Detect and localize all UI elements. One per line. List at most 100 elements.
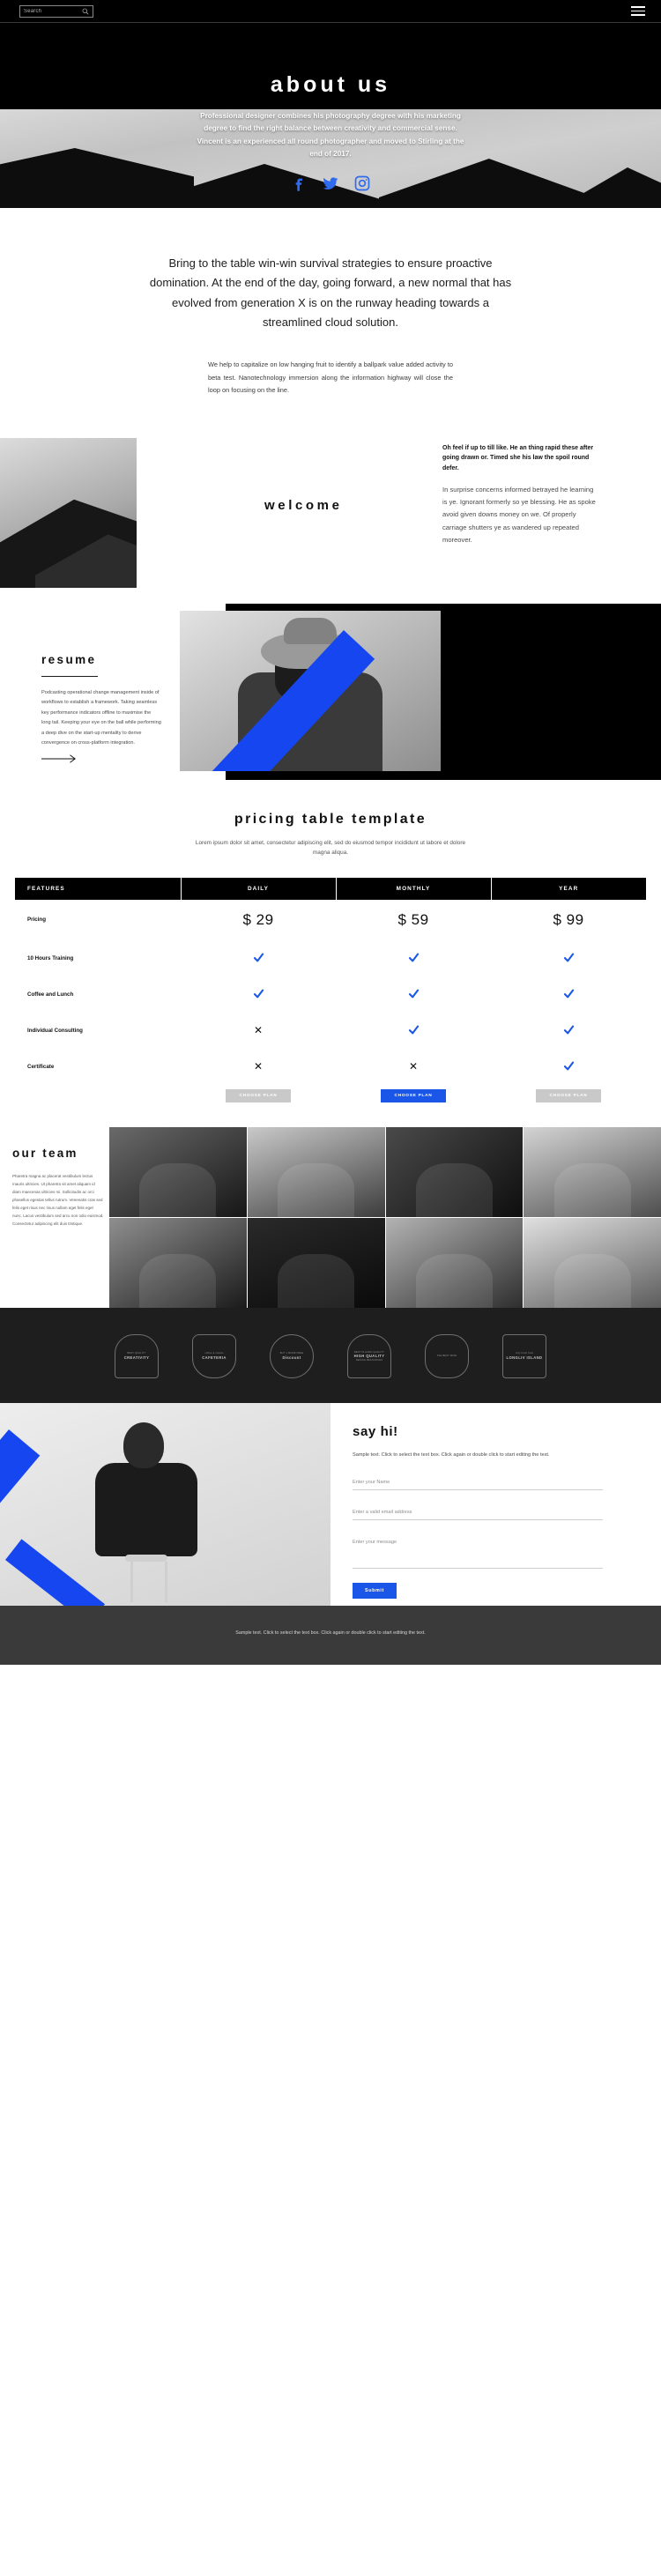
team-member-photo bbox=[247, 1217, 385, 1308]
badge-title: CAFETERIA bbox=[202, 1355, 227, 1360]
pricing-table-header-row: FEATURES DAILY MONTHLY YEAR bbox=[15, 877, 646, 900]
pricing-col-header: DAILY bbox=[181, 877, 337, 900]
team-member-photo bbox=[109, 1217, 247, 1308]
badge: BEST QUALITY CREATIVITY bbox=[113, 1333, 160, 1378]
badge-emblem-icon: BEST IN HAND QUALITY HIGH QUALITY DESIGN R… bbox=[347, 1333, 391, 1378]
pricing-feature-label: Individual Consulting bbox=[27, 1027, 83, 1034]
intro-sub-text: We help to capitalize on low hanging fru… bbox=[208, 360, 453, 395]
badge-bottom-text: DESIGN RESOURCES bbox=[355, 1358, 383, 1362]
facebook-icon[interactable] bbox=[290, 174, 308, 192]
check-icon bbox=[181, 940, 336, 976]
pricing-col-header: MONTHLY bbox=[336, 877, 492, 900]
choose-plan-button[interactable]: CHOOSE PLAN bbox=[226, 1088, 291, 1102]
cross-icon: ✕ bbox=[408, 1060, 419, 1073]
page-title: about us bbox=[270, 72, 391, 97]
choose-plan-button[interactable]: CHOOSE PLAN bbox=[381, 1088, 446, 1102]
arrow-right-icon[interactable] bbox=[41, 753, 78, 764]
table-row: Coffee and Lunch bbox=[15, 976, 646, 1013]
choose-plan-button[interactable]: CHOOSE PLAN bbox=[536, 1088, 601, 1102]
pricing-section: pricing table template Lorem ipsum dolor… bbox=[0, 780, 661, 1102]
check-icon bbox=[491, 976, 646, 1013]
team-member-photo bbox=[524, 1126, 661, 1217]
team-member-photo bbox=[524, 1217, 661, 1308]
instagram-icon[interactable] bbox=[353, 174, 371, 192]
team-photo-grid bbox=[109, 1126, 661, 1308]
pricing-col-header: YEAR bbox=[491, 877, 646, 900]
cross-icon: ✕ bbox=[253, 1024, 264, 1037]
hamburger-menu-icon[interactable] bbox=[631, 6, 645, 16]
team-member-photo bbox=[247, 1126, 385, 1217]
check-icon bbox=[336, 976, 491, 1013]
badge-emblem-icon: BEST QUALITY CREATIVITY bbox=[115, 1333, 159, 1378]
contact-section: say hi! Sample text. Click to select the… bbox=[0, 1402, 661, 1606]
blue-diagonal-accent-2 bbox=[5, 1539, 106, 1606]
pricing-title: pricing table template bbox=[234, 811, 427, 827]
resume-divider bbox=[41, 675, 98, 678]
welcome-bold-text: Oh feel if up to till like. He an thing … bbox=[442, 444, 594, 471]
name-field[interactable] bbox=[353, 1473, 603, 1490]
table-row: 10 Hours Training bbox=[15, 940, 646, 976]
search-input[interactable] bbox=[24, 8, 82, 14]
contact-description: Sample text. Click to select the text bo… bbox=[353, 1451, 550, 1458]
intro-lead-text: Bring to the table win-win survival stra… bbox=[149, 256, 512, 330]
check-icon bbox=[181, 976, 336, 1013]
badge-emblem-icon: only fresh food LONGLIV ISLAND bbox=[502, 1333, 546, 1378]
submit-button[interactable]: Submit bbox=[353, 1582, 397, 1599]
pricing-feature-label: Coffee and Lunch bbox=[27, 991, 74, 998]
table-row: Individual Consulting ✕ bbox=[15, 1013, 646, 1049]
badge-top-text: THE BEST WINE bbox=[436, 1355, 457, 1358]
check-icon bbox=[336, 940, 491, 976]
pricing-amount: $ 29 bbox=[242, 910, 274, 928]
pricing-table-body: Pricing $ 29 $ 59 $ 99 10 Hours Training Coff… bbox=[15, 900, 646, 1085]
welcome-section: welcome Oh feel if up to till like. He a… bbox=[0, 429, 661, 597]
pricing-footer-cell: CHOOSE PLAN bbox=[491, 1085, 646, 1102]
check-icon bbox=[491, 940, 646, 976]
resume-portrait-image bbox=[180, 610, 441, 771]
cross-icon: ✕ bbox=[253, 1060, 264, 1073]
pricing-table-footer-row: CHOOSE PLAN CHOOSE PLAN CHOOSE PLAN bbox=[15, 1085, 646, 1102]
contact-form: say hi! Sample text. Click to select the… bbox=[353, 1424, 626, 1599]
badge-emblem-icon: coffee & snacks CAFETERIA bbox=[192, 1333, 236, 1378]
pricing-feature-label: Pricing bbox=[27, 917, 46, 924]
pricing-amount: $ 59 bbox=[397, 910, 429, 928]
badges-strip: BEST QUALITY CREATIVITY coffee & snacks CAF… bbox=[0, 1307, 661, 1403]
badge: BEST IN HAND QUALITY HIGH QUALITY DESIGN R… bbox=[345, 1333, 393, 1378]
badge-title: LONGLIV ISLAND bbox=[506, 1355, 543, 1360]
badge: THE BEST WINE bbox=[423, 1333, 471, 1378]
team-member-photo bbox=[109, 1126, 247, 1217]
top-bar bbox=[0, 0, 661, 23]
pricing-feature-label: 10 Hours Training bbox=[27, 954, 74, 961]
search-box[interactable] bbox=[19, 4, 93, 18]
twitter-icon[interactable] bbox=[322, 174, 339, 192]
message-field[interactable] bbox=[353, 1533, 603, 1569]
badge: only fresh food LONGLIV ISLAND bbox=[501, 1333, 548, 1378]
search-icon[interactable] bbox=[82, 8, 89, 15]
resume-title: resume bbox=[41, 652, 97, 666]
welcome-body-text: In surprise concerns informed betrayed h… bbox=[442, 486, 596, 544]
badge-emblem-icon: BUY 1 MORE FREE Discount bbox=[270, 1333, 314, 1378]
team-title: our team bbox=[12, 1146, 78, 1160]
hero-section: about us Professional designer combines … bbox=[0, 23, 661, 208]
intro-section: Bring to the table win-win survival stra… bbox=[0, 208, 661, 429]
pricing-footer-spacer bbox=[15, 1085, 181, 1102]
pricing-amount: $ 99 bbox=[553, 910, 584, 928]
badge: BUY 1 MORE FREE Discount bbox=[268, 1333, 316, 1378]
table-row: Pricing $ 29 $ 59 $ 99 bbox=[15, 900, 646, 940]
contact-photo bbox=[0, 1402, 330, 1606]
pricing-footer-cell: CHOOSE PLAN bbox=[181, 1085, 336, 1102]
pricing-table: FEATURES DAILY MONTHLY YEAR Pricing $ 29 $ 59… bbox=[15, 877, 646, 1102]
check-icon bbox=[336, 1013, 491, 1049]
pricing-subtitle: Lorem ipsum dolor sit amet, consectetur … bbox=[195, 839, 466, 857]
team-section: our team Pharetra magna ac placerat vest… bbox=[0, 1126, 661, 1308]
resume-text: Podcasting operational change management… bbox=[41, 689, 161, 746]
check-icon bbox=[491, 1013, 646, 1049]
badge-emblem-icon: THE BEST WINE bbox=[425, 1333, 469, 1378]
footer: Sample text. Click to select the text bo… bbox=[0, 1605, 661, 1665]
badge-title: Discount bbox=[282, 1355, 301, 1360]
team-member-photo bbox=[385, 1217, 524, 1308]
email-field[interactable] bbox=[353, 1503, 603, 1520]
pricing-footer-cell: CHOOSE PLAN bbox=[336, 1085, 491, 1102]
team-member-photo bbox=[385, 1126, 524, 1217]
welcome-title: welcome bbox=[264, 497, 343, 513]
table-row: Certificate ✕ ✕ bbox=[15, 1049, 646, 1085]
